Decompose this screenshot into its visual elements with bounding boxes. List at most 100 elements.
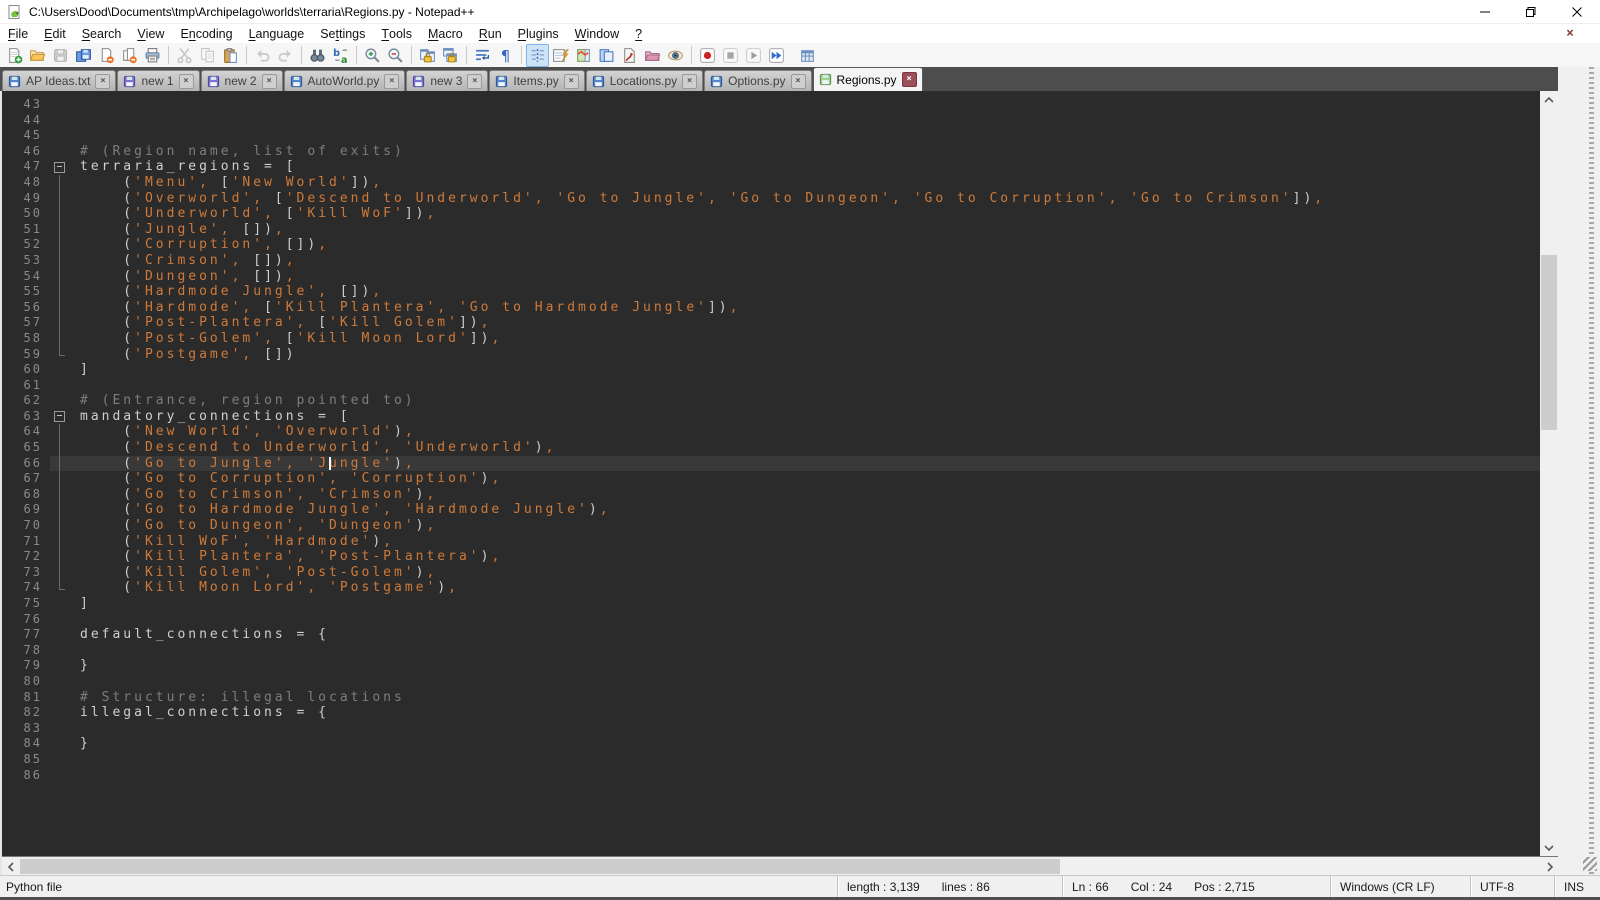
editor[interactable]: 43444546# (Region name, list of exits)47… [0,91,1558,856]
menu-item-encoding[interactable]: Encoding [172,24,240,43]
fold-margin[interactable] [50,300,68,316]
fold-margin[interactable] [50,643,68,659]
fold-margin[interactable] [50,222,68,238]
code-line[interactable]: 57 ('Post-Plantera', ['Kill Golem']), [2,315,1540,331]
code-line[interactable]: 62# (Entrance, region pointed to) [2,393,1540,409]
document-map-button[interactable] [572,44,595,67]
fold-margin[interactable] [50,736,68,752]
undo-button[interactable] [251,44,274,67]
code-line[interactable]: 76 [2,612,1540,628]
menu-item-run[interactable]: Run [471,24,510,43]
code-line[interactable]: 78 [2,643,1540,659]
code-line[interactable]: 64 ('New World', 'Overworld'), [2,424,1540,440]
vertical-scroll-thumb[interactable] [1541,255,1557,430]
fold-margin[interactable] [50,518,68,534]
tab-close-icon[interactable]: × [791,74,806,89]
status-typing-mode[interactable]: INS [1554,876,1600,897]
code-line[interactable]: 43 [2,97,1540,113]
code-line[interactable]: 61 [2,378,1540,394]
sync-horizontal-scroll-button[interactable] [439,44,462,67]
fold-margin[interactable] [50,97,68,113]
file-browser-button[interactable] [618,44,641,67]
code-line[interactable]: 71 ('Kill WoF', 'Hardmode'), [2,534,1540,550]
code-line[interactable]: 45 [2,128,1540,144]
scroll-down-icon[interactable] [1540,839,1558,856]
code-line[interactable]: 63mandatory_connections = [ [2,409,1540,425]
fold-margin[interactable] [50,658,68,674]
scroll-right-icon[interactable] [1541,858,1558,875]
resize-grip[interactable] [1583,857,1597,871]
code-line[interactable]: 86 [2,768,1540,784]
fold-margin[interactable] [50,113,68,129]
fold-margin[interactable] [50,565,68,581]
tab-close-icon[interactable]: × [262,74,277,89]
code-line[interactable]: 47terraria_regions = [ [2,159,1540,175]
macro-run-multiple-button[interactable] [765,44,788,67]
code-line[interactable]: 51 ('Jungle', []), [2,222,1540,238]
fold-margin[interactable] [50,549,68,565]
fold-margin[interactable] [50,253,68,269]
code-line[interactable]: 54 ('Dungeon', []), [2,269,1540,285]
find-button[interactable] [306,44,329,67]
vertical-scrollbar[interactable] [1540,91,1558,856]
code-line[interactable]: 66 ('Go to Jungle', 'Jungle'), [2,456,1540,472]
restore-icon[interactable] [1508,0,1554,23]
redo-button[interactable] [274,44,297,67]
menu-item-search[interactable]: Search [74,24,130,43]
menu-item-window[interactable]: Window [567,24,627,43]
code-line[interactable]: 44 [2,113,1540,129]
fold-margin[interactable] [50,534,68,550]
paste-button[interactable] [219,44,242,67]
code-line[interactable]: 60] [2,362,1540,378]
copy-button[interactable] [196,44,219,67]
save-all-button[interactable] [72,44,95,67]
tab-locations-py[interactable]: Locations.py× [586,70,703,91]
menu-item-language[interactable]: Language [241,24,313,43]
menu-item-item[interactable]: ? [627,24,650,43]
fold-collapse-icon[interactable] [54,411,65,422]
code-line[interactable]: 72 ('Kill Plantera', 'Post-Plantera'), [2,549,1540,565]
fold-margin[interactable] [50,331,68,347]
code-line[interactable]: 69 ('Go to Hardmode Jungle', 'Hardmode J… [2,502,1540,518]
fold-margin[interactable] [50,347,68,363]
tab-new-1[interactable]: new 1× [117,70,199,91]
folder-as-workspace-button[interactable] [641,44,664,67]
tab-close-icon[interactable]: × [95,74,110,89]
menu-item-file[interactable]: File [0,24,36,43]
code-line[interactable]: 85 [2,752,1540,768]
fold-margin[interactable] [50,674,68,690]
fold-margin[interactable] [50,362,68,378]
horizontal-scrollbar[interactable] [0,856,1558,875]
fold-margin[interactable] [50,159,68,175]
tab-autoworld-py[interactable]: AutoWorld.py× [284,70,406,91]
fold-margin[interactable] [50,690,68,706]
minimize-icon[interactable] [1462,0,1508,23]
code-line[interactable]: 70 ('Go to Dungeon', 'Dungeon'), [2,518,1540,534]
fold-margin[interactable] [50,627,68,643]
code-line[interactable]: 83 [2,721,1540,737]
macro-stop-button[interactable] [719,44,742,67]
code-line[interactable]: 55 ('Hardmode Jungle', []), [2,284,1540,300]
cut-button[interactable] [173,44,196,67]
macro-playback-button[interactable] [742,44,765,67]
menu-item-tools[interactable]: Tools [373,24,420,43]
code-line[interactable]: 68 ('Go to Crimson', 'Crimson'), [2,487,1540,503]
code-line[interactable]: 58 ('Post-Golem', ['Kill Moon Lord']), [2,331,1540,347]
fold-margin[interactable] [50,237,68,253]
show-all-characters-button[interactable]: ¶ [494,44,517,67]
fold-margin[interactable] [50,378,68,394]
fold-margin[interactable] [50,409,68,425]
fold-margin[interactable] [50,393,68,409]
fold-margin[interactable] [50,175,68,191]
menu-item-view[interactable]: View [129,24,172,43]
tab-items-py[interactable]: Items.py× [489,70,584,91]
new-file-button[interactable] [3,44,26,67]
fold-margin[interactable] [50,721,68,737]
replace-button[interactable]: ba [329,44,352,67]
code-line[interactable]: 81# Structure: illegal locations [2,690,1540,706]
function-list-button[interactable] [549,44,572,67]
tab-new-2[interactable]: new 2× [201,70,283,91]
tab-new-3[interactable]: new 3× [406,70,488,91]
code-line[interactable]: 53 ('Crimson', []), [2,253,1540,269]
close-icon[interactable] [1554,0,1600,23]
